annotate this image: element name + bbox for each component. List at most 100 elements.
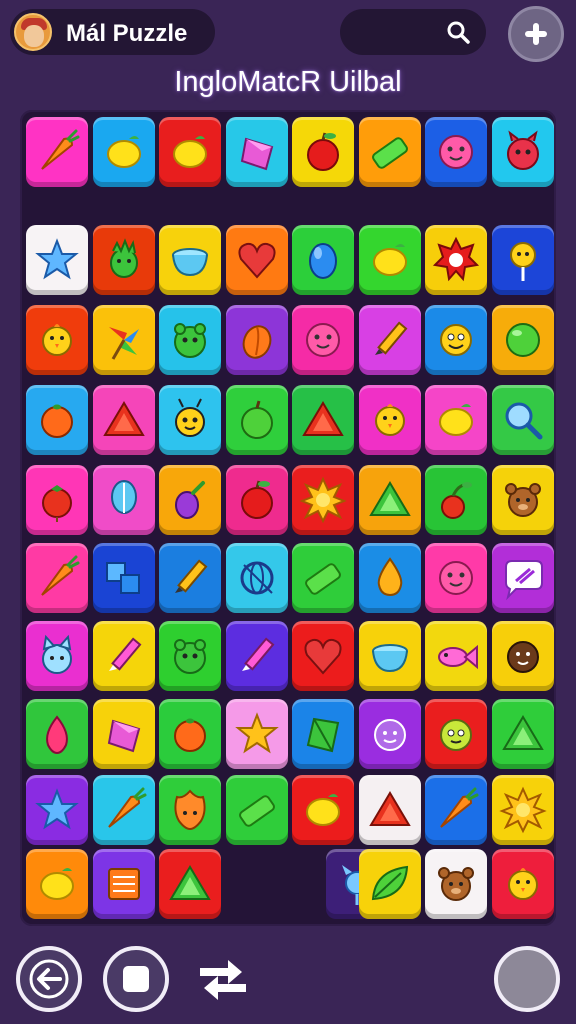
tile-triangle-green[interactable] — [159, 849, 221, 919]
tile-triangle-red[interactable] — [92, 385, 155, 455]
tile-spike-flower[interactable] — [425, 225, 487, 295]
tile-magnifier[interactable] — [491, 385, 554, 455]
lemon-icon — [106, 136, 141, 168]
tile-triangle-red[interactable] — [292, 385, 354, 455]
tile-star-gold[interactable] — [225, 699, 288, 769]
tile-balloon[interactable] — [92, 465, 155, 535]
stop-button[interactable] — [103, 946, 169, 1012]
menu-button[interactable] — [494, 946, 560, 1012]
green-monster-icon — [174, 323, 206, 358]
tile-cherry[interactable] — [425, 465, 487, 535]
tile-coconut[interactable] — [491, 621, 554, 691]
tile-triangle-green[interactable] — [491, 699, 554, 769]
tile-orange[interactable] — [159, 699, 221, 769]
game-board — [20, 110, 556, 926]
tile-face-pink[interactable] — [292, 305, 354, 375]
tile-lime-face[interactable] — [425, 699, 487, 769]
tile-egg[interactable] — [292, 225, 354, 295]
tile-lemon[interactable] — [26, 849, 88, 919]
tile-orange[interactable] — [26, 385, 88, 455]
tile-chick[interactable] — [491, 849, 554, 919]
bowl-icon — [371, 644, 408, 673]
tile-bear[interactable] — [425, 849, 487, 919]
tile-tomato[interactable] — [26, 465, 88, 535]
profile-pill[interactable]: Mál Puzzle — [10, 9, 215, 55]
tile-star[interactable] — [26, 775, 88, 845]
tile-carrot[interactable] — [26, 117, 88, 187]
top-bar: Mál Puzzle — [0, 0, 576, 64]
tile-carrot[interactable] — [26, 543, 88, 613]
tile-apple[interactable] — [225, 465, 288, 535]
tile-triangle-red[interactable] — [358, 775, 421, 845]
tile-devil[interactable] — [491, 117, 554, 187]
tile-flame-face[interactable] — [159, 775, 221, 845]
tile-heart[interactable] — [225, 225, 288, 295]
tile-bowl[interactable] — [358, 621, 421, 691]
tile-lemon[interactable] — [425, 385, 487, 455]
player-avatar[interactable] — [14, 13, 52, 51]
tile-chick[interactable] — [358, 385, 421, 455]
pencil-icon — [374, 321, 407, 355]
tile-pencil-pink[interactable] — [92, 621, 155, 691]
search-bar[interactable] — [340, 9, 486, 55]
tile-smiley[interactable] — [425, 305, 487, 375]
leaf-icon — [371, 865, 408, 901]
tile-face-pink[interactable] — [425, 117, 487, 187]
tile-bar[interactable] — [358, 117, 421, 187]
tile-eggplant[interactable] — [159, 465, 221, 535]
tile-pencil-pink[interactable] — [225, 621, 288, 691]
tile-bee[interactable] — [159, 385, 221, 455]
tile-berry[interactable] — [26, 699, 88, 769]
tile-peach[interactable] — [225, 305, 288, 375]
tile-pencil[interactable] — [358, 305, 421, 375]
tile-lemon[interactable] — [159, 117, 221, 187]
tile-pinwheel[interactable] — [92, 305, 155, 375]
tile-cubes[interactable] — [92, 543, 155, 613]
tile-bar[interactable] — [292, 543, 354, 613]
tile-leaf[interactable] — [358, 849, 421, 919]
tile-chick[interactable] — [26, 305, 88, 375]
tile-bowl[interactable] — [159, 225, 221, 295]
tile-lemon[interactable] — [92, 117, 155, 187]
tile-prism-green[interactable] — [292, 699, 354, 769]
tile-carrot[interactable] — [92, 775, 155, 845]
tile-cat-face[interactable] — [26, 621, 88, 691]
tile-lollipop[interactable] — [491, 225, 554, 295]
tile-apple-green[interactable] — [225, 385, 288, 455]
tile-prism[interactable] — [92, 699, 155, 769]
tile-green-ball[interactable] — [491, 305, 554, 375]
back-arrow-icon — [29, 959, 69, 999]
level-title: IngloMatcR Uilbal — [174, 66, 402, 98]
tile-lemon[interactable] — [292, 775, 354, 845]
add-button[interactable] — [508, 6, 564, 62]
tile-globe[interactable] — [225, 543, 288, 613]
cubes-icon — [105, 562, 140, 594]
tile-apple[interactable] — [292, 117, 354, 187]
search-icon[interactable] — [446, 20, 470, 44]
drop-fire-icon — [377, 557, 402, 597]
face-pink-icon — [306, 323, 340, 357]
tile-bar[interactable] — [225, 775, 288, 845]
tile-pencil[interactable] — [159, 543, 221, 613]
star-gold-icon — [234, 712, 279, 754]
tile-star[interactable] — [26, 225, 88, 295]
shuffle-button[interactable] — [190, 952, 256, 1008]
tile-face-purple[interactable] — [358, 699, 421, 769]
tile-drop-fire[interactable] — [358, 543, 421, 613]
tile-triangle-green[interactable] — [358, 465, 421, 535]
tile-dragon[interactable] — [92, 225, 155, 295]
tile-green-monster[interactable] — [159, 305, 221, 375]
tile-chat[interactable] — [491, 543, 554, 613]
tile-carrot[interactable] — [425, 775, 487, 845]
tile-green-monster[interactable] — [159, 621, 221, 691]
back-button[interactable] — [16, 946, 82, 1012]
tile-heart[interactable] — [292, 621, 354, 691]
tile-fish[interactable] — [425, 621, 487, 691]
tile-bear[interactable] — [491, 465, 554, 535]
tile-lemon[interactable] — [358, 225, 421, 295]
tile-sun-flower[interactable] — [292, 465, 354, 535]
tile-book[interactable] — [92, 849, 155, 919]
tile-prism[interactable] — [225, 117, 288, 187]
tile-face-pink[interactable] — [425, 543, 487, 613]
tile-sun-flower[interactable] — [491, 775, 554, 845]
